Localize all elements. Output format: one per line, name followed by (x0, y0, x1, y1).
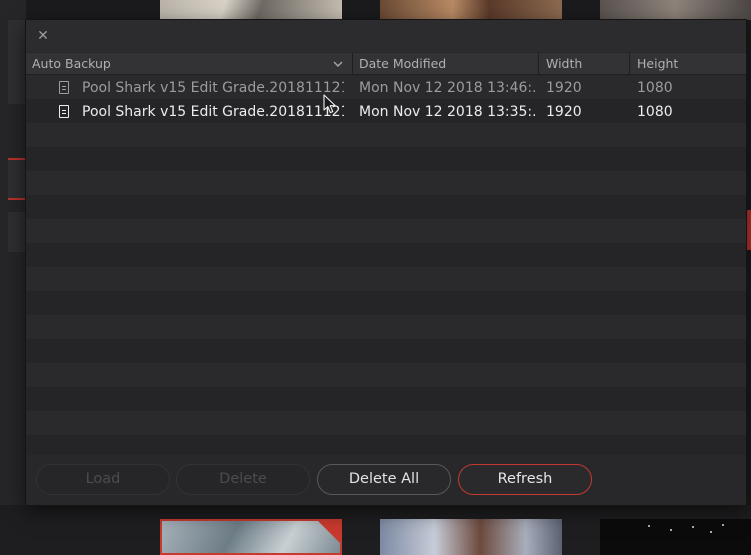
document-icon (59, 81, 69, 94)
file-width: 1920 (546, 104, 582, 120)
background-track-marker (8, 198, 26, 200)
background-playhead-marker (746, 210, 751, 250)
column-header-auto-backup[interactable]: Auto Backup (32, 53, 350, 75)
table-row[interactable]: Pool Shark v15 Edit Grade.201811121... M… (26, 76, 746, 100)
table-row[interactable]: Pool Shark v15 Edit Grade.201811121... M… (26, 100, 746, 124)
background-track-cell (8, 20, 26, 104)
delete-button[interactable]: Delete (176, 464, 310, 495)
chevron-down-icon[interactable] (332, 53, 344, 75)
column-header-label: Auto Backup (32, 56, 111, 71)
background-clip-thumbnail (600, 0, 751, 20)
mouse-pointer-icon (323, 94, 336, 114)
background-track-marker (8, 158, 26, 160)
document-icon (59, 105, 69, 118)
backup-file-list: Pool Shark v15 Edit Grade.201811121... M… (26, 75, 746, 455)
column-divider[interactable] (629, 53, 630, 75)
load-button[interactable]: Load (36, 464, 170, 495)
file-name: Pool Shark v15 Edit Grade.201811121... (82, 80, 344, 96)
file-height: 1080 (637, 80, 673, 96)
file-width: 1920 (546, 80, 582, 96)
background-clip-thumbnail-selected (160, 519, 342, 555)
check-icon (318, 521, 340, 543)
column-divider[interactable] (538, 53, 539, 75)
table-header: Auto Backup Date Modified Width Height (26, 53, 746, 75)
file-date-modified: Mon Nov 12 2018 13:35:... (359, 104, 535, 120)
background-track-cell (8, 212, 26, 252)
column-header-date-modified[interactable]: Date Modified (359, 53, 537, 75)
column-header-height[interactable]: Height (637, 53, 737, 75)
auto-backup-dialog: ✕ Auto Backup Date Modified Width Height… (26, 20, 746, 505)
background-track-cell (8, 158, 26, 198)
background-clip-thumbnail (380, 0, 562, 20)
close-icon[interactable]: ✕ (34, 27, 52, 45)
refresh-button[interactable]: Refresh (458, 464, 592, 495)
column-header-width[interactable]: Width (546, 53, 626, 75)
delete-all-button[interactable]: Delete All (317, 464, 451, 495)
dialog-titlebar: ✕ (26, 20, 746, 52)
background-clip-thumbnail (600, 519, 751, 555)
background-clip-thumbnail (380, 519, 562, 555)
column-divider[interactable] (352, 53, 353, 75)
file-height: 1080 (637, 104, 673, 120)
file-date-modified: Mon Nov 12 2018 13:46:... (359, 80, 535, 96)
file-name: Pool Shark v15 Edit Grade.201811121... (82, 104, 344, 120)
background-clip-thumbnail (160, 0, 342, 20)
